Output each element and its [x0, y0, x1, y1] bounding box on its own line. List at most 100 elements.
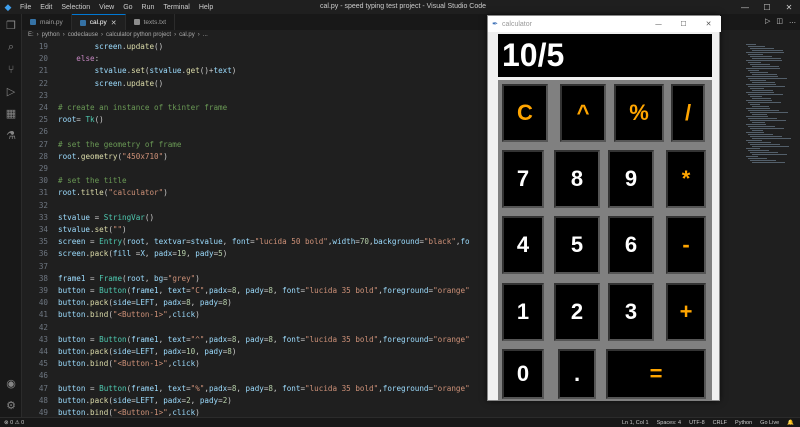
problems-indicator[interactable]: ⊗ 0 ⚠ 0 — [4, 420, 24, 426]
indentation[interactable]: Spaces: 4 — [657, 420, 681, 426]
close-tab-icon[interactable]: ✕ — [111, 19, 117, 27]
breadcrumb-item[interactable]: python — [42, 32, 60, 38]
text-file-icon — [133, 19, 140, 25]
code-text: screen.update() — [94, 78, 164, 88]
menu-view[interactable]: View — [99, 4, 114, 11]
menu-edit[interactable]: Edit — [40, 4, 52, 11]
menu-bar: File Edit Selection View Go Run Terminal… — [20, 4, 213, 11]
close-icon[interactable]: ✕ — [778, 0, 800, 14]
line-number: 40 — [38, 298, 48, 308]
calc-button[interactable]: 5 — [554, 216, 600, 274]
minimap-line — [752, 50, 783, 51]
line-ending[interactable]: CRLF — [713, 420, 727, 426]
minimap-line — [750, 88, 764, 89]
minimap-line — [748, 126, 775, 127]
minimize-icon[interactable]: — — [734, 0, 756, 14]
calc-button[interactable]: 4 — [502, 216, 544, 274]
calc-button[interactable]: 3 — [608, 283, 654, 341]
run-debug-icon[interactable]: ▷ — [4, 84, 18, 98]
calc-button[interactable]: 2 — [554, 283, 600, 341]
line-number: 23 — [38, 90, 48, 100]
calculator-display[interactable]: 10/5 — [498, 34, 712, 77]
breadcrumb-item[interactable]: codeclause — [68, 32, 98, 38]
calc-button[interactable]: . — [558, 349, 596, 399]
code-text: button.bind("<Button-1>",click) — [58, 408, 200, 417]
minimap-line — [752, 130, 763, 131]
code-text: screen = Entry(root, textvar=stvalue, fo… — [58, 237, 470, 247]
calculator-window-controls: — ☐ ✕ — [646, 16, 721, 32]
account-icon[interactable]: ◉ — [4, 376, 18, 390]
menu-selection[interactable]: Selection — [61, 4, 90, 11]
code-line[interactable]: 49 button.bind("<Button-1>",click) — [22, 407, 744, 417]
more-actions-icon[interactable]: … — [789, 17, 796, 25]
language-mode[interactable]: Python — [735, 420, 752, 426]
line-number: 29 — [38, 164, 48, 173]
screen-root: ◆ File Edit Selection View Go Run Termin… — [0, 0, 800, 427]
calc-button[interactable]: / — [671, 84, 705, 142]
maximize-icon[interactable]: ☐ — [756, 0, 778, 14]
extensions-icon[interactable]: ▦ — [4, 106, 18, 120]
calc-button[interactable]: * — [666, 150, 706, 208]
line-number: 31 — [38, 188, 48, 198]
minimap-line — [750, 136, 782, 137]
minimap-line — [748, 102, 781, 103]
calc-button[interactable]: - — [666, 216, 706, 274]
menu-run[interactable]: Run — [142, 4, 155, 11]
minimap-line — [752, 146, 789, 147]
line-number: 34 — [38, 225, 48, 234]
line-number: 38 — [38, 273, 48, 283]
menu-help[interactable]: Help — [199, 4, 213, 11]
menu-terminal[interactable]: Terminal — [163, 4, 189, 11]
calc-button[interactable]: 6 — [608, 216, 654, 274]
calc-button[interactable]: = — [606, 349, 706, 399]
tab-label: texts.txt — [143, 18, 167, 26]
line-number: 36 — [38, 249, 48, 259]
gear-icon[interactable]: ⚙ — [4, 398, 18, 412]
calc-button[interactable]: ^ — [560, 84, 606, 142]
minimap-line — [752, 82, 775, 83]
window-title: cal.py - speed typing test project - Vis… — [320, 3, 487, 10]
encoding[interactable]: UTF-8 — [689, 420, 705, 426]
window-controls: — ☐ ✕ — [734, 0, 800, 14]
search-icon[interactable]: ⌕ — [4, 40, 18, 54]
minimap-line — [746, 116, 768, 117]
minimap-line — [752, 66, 779, 67]
breadcrumb-item[interactable]: ... — [203, 32, 208, 38]
split-editor-icon[interactable]: ◫ — [776, 17, 783, 25]
minimap-line — [746, 140, 762, 141]
calc-button[interactable]: 9 — [608, 150, 654, 208]
calc-button[interactable]: 8 — [554, 150, 600, 208]
cursor-position[interactable]: Ln 1, Col 1 — [622, 420, 649, 426]
testing-icon[interactable]: ⚗ — [4, 128, 18, 142]
minimap[interactable] — [744, 40, 800, 417]
minimap-line — [752, 90, 773, 91]
calculator-window: ✒ calculator — ☐ ✕ 10/5 C ^%/ 7 8 9 * 4 5 6- 1 2 3 +… — [487, 15, 721, 401]
minimize-icon[interactable]: — — [646, 16, 671, 32]
calc-button[interactable]: + — [666, 283, 706, 341]
tab-main-py[interactable]: main.py — [22, 14, 72, 30]
calc-button[interactable]: % — [614, 84, 664, 142]
explorer-icon[interactable]: ❐ — [4, 18, 18, 32]
menu-go[interactable]: Go — [123, 4, 132, 11]
code-text: button = Button(frame1, text="^",padx=8,… — [58, 334, 470, 344]
breadcrumb-item[interactable]: cal.py — [179, 32, 195, 38]
calc-button[interactable]: 7 — [502, 150, 544, 208]
calc-button[interactable]: 0 — [502, 349, 544, 399]
line-number: 32 — [38, 200, 48, 210]
maximize-icon[interactable]: ☐ — [671, 16, 696, 32]
go-live-button[interactable]: Go Live — [760, 420, 779, 426]
breadcrumb-item[interactable]: calculator python project — [106, 32, 171, 38]
tab-texts-txt[interactable]: texts.txt — [126, 14, 176, 30]
notifications-icon[interactable]: 🔔 — [787, 420, 794, 426]
code-text: # create an instance of tkinter frame — [58, 103, 228, 112]
breadcrumb-item[interactable]: E: — [28, 32, 34, 38]
menu-file[interactable]: File — [20, 4, 31, 11]
tab-cal-py[interactable]: cal.py ✕ — [71, 14, 126, 30]
calc-button[interactable]: C — [502, 84, 548, 142]
run-icon[interactable]: ▷ — [765, 17, 770, 25]
code-text: root.title("calculator") — [58, 188, 168, 198]
source-control-icon[interactable]: ⑂ — [4, 62, 18, 76]
minimap-line — [746, 156, 758, 157]
close-icon[interactable]: ✕ — [696, 16, 721, 32]
calc-button[interactable]: 1 — [502, 283, 544, 341]
